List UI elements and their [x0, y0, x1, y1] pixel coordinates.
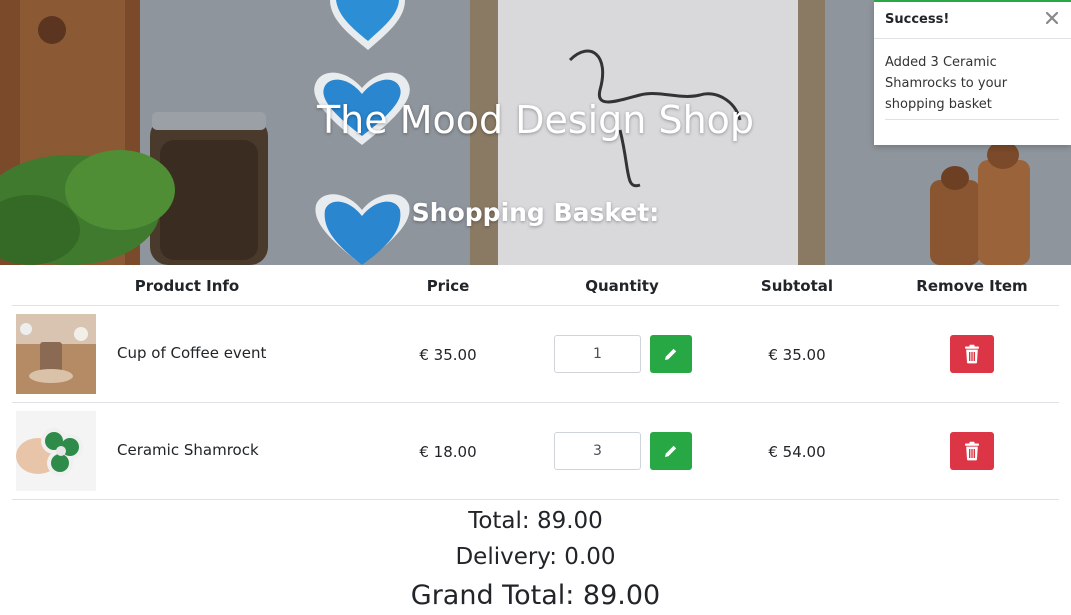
close-icon[interactable] — [1043, 9, 1061, 27]
update-quantity-button[interactable] — [650, 432, 692, 470]
toast-title: Success! — [885, 12, 950, 27]
remove-item-button[interactable] — [950, 335, 994, 373]
table-row: Ceramic Shamrock € 18.00 € 54.00 — [12, 403, 1059, 500]
pencil-icon — [665, 348, 677, 360]
header-product-info: Product Info — [134, 277, 240, 295]
delivery-amount: Delivery: 0.00 — [455, 544, 616, 570]
product-subtotal: € 35.00 — [768, 346, 826, 364]
product-name: Ceramic Shamrock — [117, 441, 259, 459]
product-price: € 35.00 — [419, 346, 477, 364]
trash-icon — [965, 441, 979, 461]
product-image-ceramic-shamrock — [16, 411, 96, 491]
grand-total-amount: Grand Total: 89.00 — [410, 580, 661, 611]
pencil-icon — [665, 445, 677, 457]
table-row: Cup of Coffee event € 35.00 € 35.00 — [12, 306, 1059, 403]
product-subtotal: € 54.00 — [768, 443, 826, 461]
toast-message: Added 3 Ceramic Shamrocks to your shoppi… — [885, 52, 1059, 120]
quantity-input[interactable] — [554, 432, 641, 470]
basket-page: The Mood Design Shop Shopping Basket: Su… — [0, 0, 1071, 615]
page-subtitle: Shopping Basket: — [411, 198, 660, 227]
product-name: Cup of Coffee event — [117, 344, 267, 362]
header-price: Price — [426, 277, 470, 295]
table-header: Product Info Price Quantity Subtotal Rem… — [12, 265, 1059, 306]
basket-table: Product Info Price Quantity Subtotal Rem… — [12, 265, 1059, 500]
total-amount: Total: 89.00 — [468, 508, 603, 534]
remove-item-button[interactable] — [950, 432, 994, 470]
product-price: € 18.00 — [419, 443, 477, 461]
update-quantity-button[interactable] — [650, 335, 692, 373]
toast-header: Success! — [874, 2, 1071, 39]
product-image-cup-of-coffee — [16, 314, 96, 394]
trash-icon — [965, 344, 979, 364]
header-quantity: Quantity — [585, 277, 659, 295]
success-toast: Success! Added 3 Ceramic Shamrocks to yo… — [874, 0, 1071, 145]
header-remove-item: Remove Item — [916, 277, 1028, 295]
header-subtotal: Subtotal — [760, 277, 834, 295]
quantity-input[interactable] — [554, 335, 641, 373]
